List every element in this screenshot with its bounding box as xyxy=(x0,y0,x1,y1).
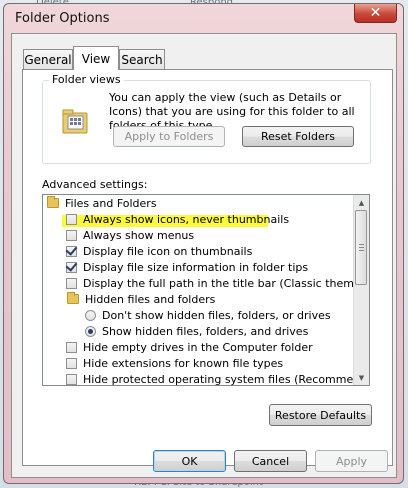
folder-icon xyxy=(67,292,79,304)
check-icon xyxy=(65,259,78,272)
checkbox-checked[interactable] xyxy=(65,259,78,273)
check-icon xyxy=(65,243,78,256)
scroll-down-arrow-icon[interactable]: ▼ xyxy=(354,370,369,385)
tab-general[interactable]: General xyxy=(23,49,73,70)
advanced-settings-label: Advanced settings: xyxy=(42,178,148,191)
list-item[interactable]: Always show menus xyxy=(66,227,194,243)
checkbox[interactable] xyxy=(66,277,77,289)
list-item-label: Don't show hidden files, folders, or dri… xyxy=(102,308,331,322)
vertical-scrollbar[interactable]: ▲ ▼ xyxy=(353,195,369,385)
ok-button[interactable]: OK xyxy=(153,450,226,472)
list-item[interactable]: Don't show hidden files, folders, or dri… xyxy=(85,307,331,323)
radio[interactable] xyxy=(85,309,96,321)
checkbox[interactable] xyxy=(66,341,77,353)
list-item-label: Hidden files and folders xyxy=(85,292,216,306)
restore-defaults-button[interactable]: Restore Defaults xyxy=(269,404,372,426)
list-item-label: Hide protected operating system files (R… xyxy=(83,372,370,386)
advanced-settings-list[interactable]: Files and Folders Always show icons, nev… xyxy=(42,194,370,386)
folder-view-icon xyxy=(62,109,88,134)
list-item[interactable]: Hide protected operating system files (R… xyxy=(66,371,370,386)
folder-options-dialog: Folder Options ✕ General View Search Fol… xyxy=(3,3,404,484)
folder-icon xyxy=(47,196,59,208)
close-button[interactable]: ✕ xyxy=(354,4,397,23)
checkbox[interactable] xyxy=(66,373,77,385)
list-item[interactable]: Hide empty drives in the Computer folder xyxy=(66,339,313,355)
list-item-label: Files and Folders xyxy=(65,196,157,210)
scrollbar-thumb[interactable] xyxy=(355,210,367,285)
checkbox[interactable] xyxy=(66,213,77,225)
list-item[interactable]: Show hidden files, folders, and drives xyxy=(85,323,308,339)
folder-views-group: Folder views You can apply the view (suc… xyxy=(42,73,371,164)
tree-folder-hidden-files: Hidden files and folders xyxy=(67,291,215,307)
list-item-label: Hide empty drives in the Computer folder xyxy=(83,340,313,354)
dialog-body: General View Search Folder views You can… xyxy=(11,33,397,478)
close-icon: ✕ xyxy=(369,5,382,21)
list-item-label: Always show icons, never thumbnails xyxy=(83,212,290,226)
list-item-label: Display file icon on thumbnails xyxy=(83,244,253,258)
view-tab-panel: Folder views You can apply the view (suc… xyxy=(22,69,393,466)
list-item-label: Hide extensions for known file types xyxy=(83,356,284,370)
list-item[interactable]: Display file icon on thumbnails xyxy=(65,243,253,259)
list-item-label: Display file size information in folder … xyxy=(83,260,309,274)
tab-search[interactable]: Search xyxy=(119,49,165,70)
tab-view[interactable]: View xyxy=(73,46,119,70)
list-item-label: Always show menus xyxy=(83,228,195,242)
reset-folders-button[interactable]: Reset Folders xyxy=(242,126,354,147)
list-item[interactable]: Always show icons, never thumbnails xyxy=(66,211,289,227)
list-item[interactable]: Display the full path in the title bar (… xyxy=(66,275,370,291)
scroll-up-arrow-icon[interactable]: ▲ xyxy=(354,195,369,210)
dialog-title: Folder Options xyxy=(15,11,110,26)
checkbox[interactable] xyxy=(66,357,77,369)
radio-selected[interactable] xyxy=(85,325,96,337)
list-item[interactable]: Hide extensions for known file types xyxy=(66,355,283,371)
checkbox[interactable] xyxy=(66,229,77,241)
list-item-label: Display the full path in the title bar (… xyxy=(83,276,370,290)
tree-folder-files-and-folders: Files and Folders xyxy=(47,195,157,211)
folder-views-legend: Folder views xyxy=(49,73,124,86)
cancel-button[interactable]: Cancel xyxy=(234,450,307,472)
list-item[interactable]: Display file size information in folder … xyxy=(65,259,309,275)
list-item-label: Show hidden files, folders, and drives xyxy=(102,324,309,338)
checkbox-checked[interactable] xyxy=(65,243,78,257)
radio-dot-icon xyxy=(88,328,93,334)
apply-button[interactable]: Apply xyxy=(315,450,388,472)
apply-to-folders-button[interactable]: Apply to Folders xyxy=(113,126,225,147)
